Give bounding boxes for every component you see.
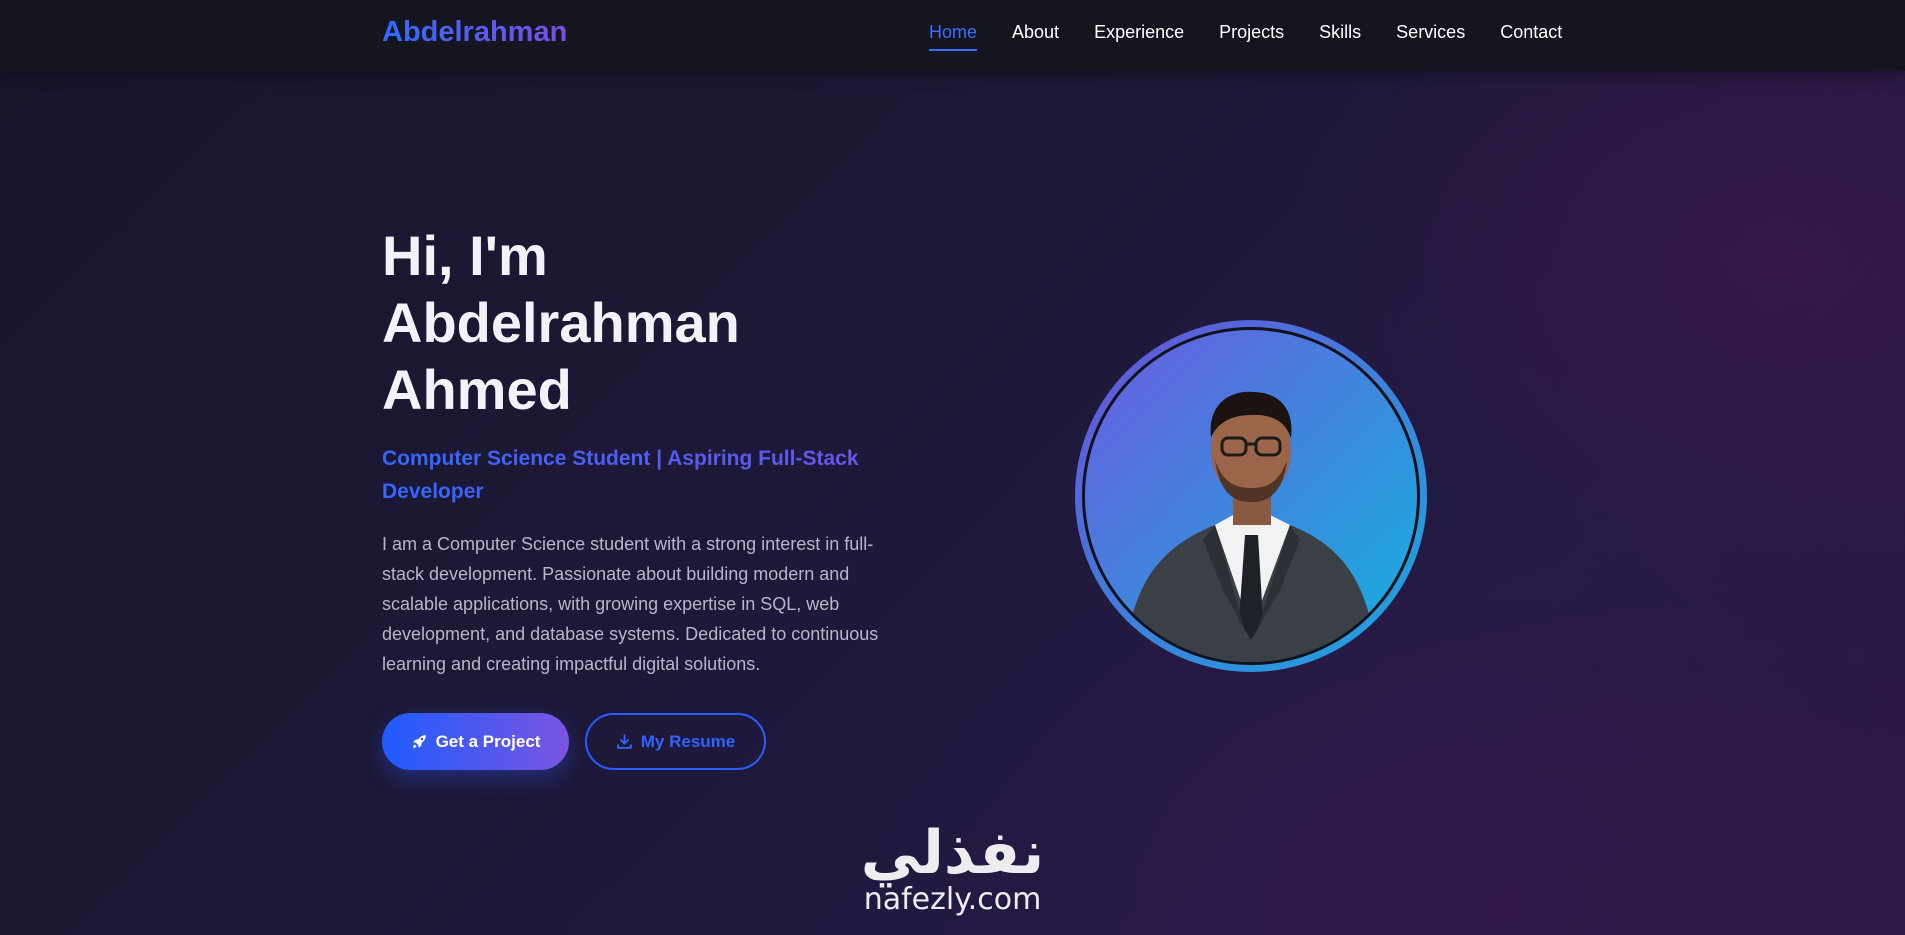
nav-link-projects[interactable]: Projects: [1219, 22, 1284, 43]
brand-logo[interactable]: Abdelrahman: [382, 16, 567, 49]
profile-photo-frame: [1075, 320, 1427, 672]
nafezly-watermark: نفذلي nafezly.com: [845, 823, 1060, 917]
nav-link-about[interactable]: About: [1012, 22, 1059, 43]
watermark-latin: nafezly.com: [863, 882, 1042, 917]
my-resume-label: My Resume: [640, 731, 736, 751]
get-a-project-label: Get a Project: [435, 731, 541, 751]
navbar: Abdelrahman Home About Experience Projec…: [0, 0, 1905, 71]
nav-link-services[interactable]: Services: [1396, 22, 1465, 43]
download-icon: [616, 734, 632, 749]
nav-link-experience[interactable]: Experience: [1094, 22, 1184, 43]
hero-title-line: Abdelrahman: [382, 291, 740, 354]
hero-title-line: Hi, I'm: [382, 224, 548, 287]
hero-subtitle: Computer Science Student | Aspiring Full…: [382, 442, 902, 508]
nav-links: Home About Experience Projects Skills Se…: [929, 22, 1562, 51]
watermark-arabic: نفذلي: [860, 818, 1045, 888]
nav-link-contact[interactable]: Contact: [1500, 22, 1562, 43]
my-resume-button[interactable]: My Resume: [585, 713, 766, 770]
nav-link-skills[interactable]: Skills: [1319, 22, 1361, 43]
hero-title: Hi, I'm Abdelrahman Ahmed: [382, 222, 902, 423]
hero-description: I am a Computer Science student with a s…: [382, 534, 879, 674]
rocket-icon: [412, 735, 426, 748]
get-a-project-button[interactable]: Get a Project: [382, 713, 569, 770]
hero-title-line: Ahmed: [382, 358, 572, 421]
profile-photo: [1082, 327, 1420, 665]
person-illustration: [1125, 391, 1377, 662]
nav-link-home[interactable]: Home: [929, 22, 978, 51]
